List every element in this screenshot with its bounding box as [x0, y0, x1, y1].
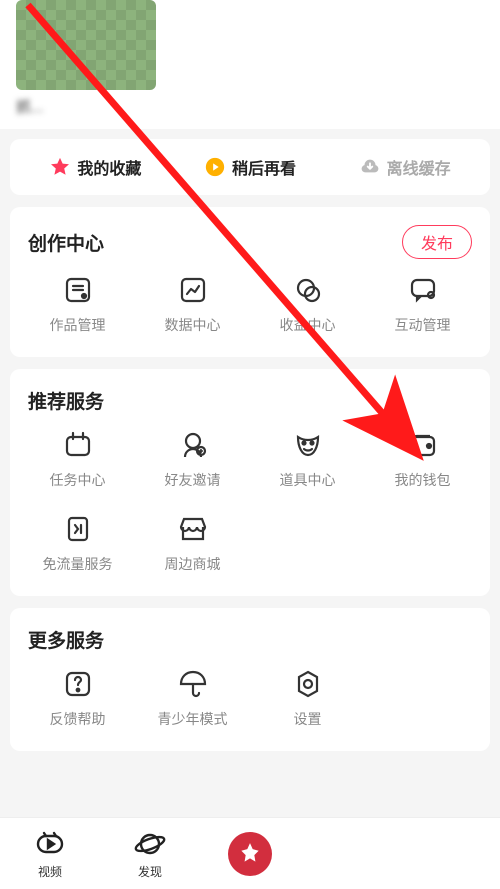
my-wallet-label: 我的钱包	[395, 470, 451, 490]
revenue-center-label: 收益中心	[280, 315, 336, 335]
play-icon	[204, 156, 226, 178]
nav-video-label: 视频	[38, 863, 62, 880]
help-icon	[61, 667, 95, 701]
video-icon	[33, 827, 67, 861]
data-center-label: 数据中心	[165, 315, 221, 335]
more-section: 更多服务 反馈帮助 青少年模式 设置	[10, 608, 490, 751]
creation-title: 创作中心	[28, 229, 104, 256]
invite-friends-button[interactable]: 好友邀请	[135, 428, 250, 490]
nav-center-icon	[228, 832, 272, 876]
bottom-nav: 视频 发现	[0, 817, 500, 889]
sim-icon	[61, 512, 95, 546]
nav-discover-label: 发现	[138, 863, 162, 880]
divider	[0, 129, 500, 139]
props-center-label: 道具中心	[280, 470, 336, 490]
settings-button[interactable]: 设置	[250, 667, 365, 729]
mask-icon	[291, 428, 325, 462]
revenue-center-button[interactable]: 收益中心	[250, 273, 365, 335]
services-section: 推荐服务 任务中心 好友邀请 道具中心 我的钱包	[10, 369, 490, 596]
chart-icon	[176, 273, 210, 307]
quick-access-row: 我的收藏 稍后再看 离线缓存	[10, 139, 490, 195]
works-manage-label: 作品管理	[50, 315, 106, 335]
my-wallet-button[interactable]: 我的钱包	[365, 428, 480, 490]
offline-label: 离线缓存	[387, 155, 451, 179]
chat-icon	[406, 273, 440, 307]
offline-button[interactable]: 离线缓存	[359, 155, 451, 179]
store-icon	[176, 512, 210, 546]
favorites-button[interactable]: 我的收藏	[49, 155, 141, 179]
planet-icon	[133, 827, 167, 861]
task-center-button[interactable]: 任务中心	[20, 428, 135, 490]
video-thumbnail[interactable]	[16, 0, 156, 90]
services-title: 推荐服务	[28, 387, 104, 414]
interaction-manage-label: 互动管理	[395, 315, 451, 335]
invite-friends-label: 好友邀请	[165, 470, 221, 490]
teen-mode-label: 青少年模式	[158, 709, 228, 729]
props-center-button[interactable]: 道具中心	[250, 428, 365, 490]
gear-icon	[291, 667, 325, 701]
thumbnail-caption: 抓...	[16, 96, 484, 117]
merch-store-label: 周边商城	[165, 554, 221, 574]
money-icon	[291, 273, 325, 307]
interaction-manage-button[interactable]: 互动管理	[365, 273, 480, 335]
data-center-button[interactable]: 数据中心	[135, 273, 250, 335]
free-data-button[interactable]: 免流量服务	[20, 512, 135, 574]
settings-label: 设置	[294, 709, 322, 729]
works-manage-button[interactable]: 作品管理	[20, 273, 135, 335]
nav-discover[interactable]: 发现	[110, 827, 190, 880]
feedback-label: 反馈帮助	[50, 709, 106, 729]
watch-later-label: 稍后再看	[232, 155, 296, 179]
task-center-label: 任务中心	[50, 470, 106, 490]
feedback-button[interactable]: 反馈帮助	[20, 667, 135, 729]
publish-button[interactable]: 发布	[402, 225, 472, 259]
nav-center[interactable]	[210, 832, 290, 876]
list-icon	[61, 273, 95, 307]
free-data-label: 免流量服务	[43, 554, 113, 574]
calendar-icon	[61, 428, 95, 462]
more-title: 更多服务	[28, 626, 104, 653]
profile-area: 抓...	[0, 0, 500, 129]
creation-section: 创作中心 发布 作品管理 数据中心 收益中心 互动管理	[10, 207, 490, 357]
watch-later-button[interactable]: 稍后再看	[204, 155, 296, 179]
umbrella-icon	[176, 667, 210, 701]
user-add-icon	[176, 428, 210, 462]
teen-mode-button[interactable]: 青少年模式	[135, 667, 250, 729]
favorites-label: 我的收藏	[77, 155, 141, 179]
star-icon	[49, 156, 71, 178]
download-icon	[359, 156, 381, 178]
nav-video[interactable]: 视频	[10, 827, 90, 880]
wallet-icon	[406, 428, 440, 462]
merch-store-button[interactable]: 周边商城	[135, 512, 250, 574]
